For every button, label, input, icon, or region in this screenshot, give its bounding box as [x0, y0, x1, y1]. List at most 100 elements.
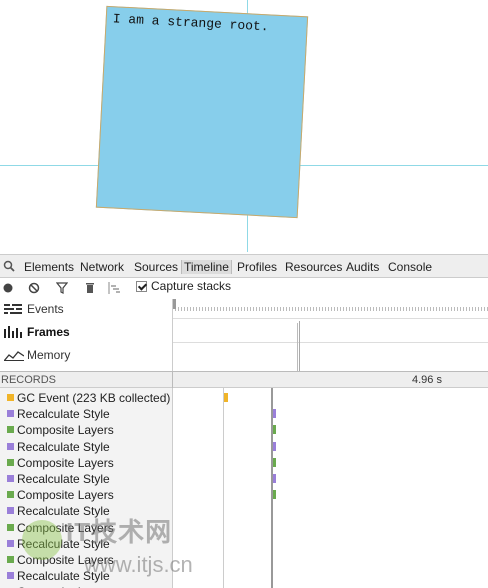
events-icon: [4, 304, 22, 314]
tab-audits[interactable]: Audits: [346, 260, 379, 274]
event-tick: [199, 307, 200, 311]
event-tick: [403, 307, 404, 311]
tab-timeline[interactable]: Timeline: [181, 260, 232, 274]
search-icon[interactable]: [3, 260, 15, 272]
records-header: RECORDS 4.96 s: [0, 371, 488, 388]
record-bar[interactable]: [273, 457, 276, 467]
event-tick: [394, 307, 395, 311]
record-color-swatch: [7, 458, 14, 466]
event-tick: [391, 307, 392, 311]
event-tick: [373, 307, 374, 311]
event-tick: [205, 307, 206, 311]
time-ruler-label: 4.96 s: [412, 374, 442, 386]
event-tick: [436, 307, 437, 311]
record-bar[interactable]: [273, 425, 276, 435]
event-tick: [322, 307, 323, 311]
record-bar[interactable]: [273, 474, 276, 483]
event-tick: [331, 307, 332, 311]
tab-profiles[interactable]: Profiles: [237, 260, 277, 274]
event-tick: [316, 307, 317, 311]
tab-resources[interactable]: Resources: [285, 260, 342, 274]
event-tick: [319, 307, 320, 311]
event-tick: [259, 307, 260, 311]
event-tick: [460, 307, 461, 311]
root-box-text: I am a strange root.: [112, 11, 269, 35]
event-tick: [304, 307, 305, 311]
event-tick: [361, 307, 362, 311]
record-row[interactable]: Recalculate Style: [0, 503, 172, 519]
record-name: Composite Layers: [17, 520, 114, 535]
record-row[interactable]: Recalculate Style: [0, 471, 172, 487]
record-color-swatch: [7, 426, 14, 434]
overview-graph[interactable]: [173, 299, 488, 371]
event-tick: [454, 307, 455, 311]
record-row[interactable]: Composite Layers: [0, 422, 172, 438]
record-row[interactable]: Composite Layers: [0, 520, 172, 536]
clear-icon[interactable]: [28, 282, 40, 294]
event-tick: [277, 307, 278, 311]
filter-icon[interactable]: [56, 282, 68, 294]
record-color-swatch: [7, 410, 14, 418]
overview-window-handle[interactable]: [173, 299, 176, 309]
event-tick: [328, 307, 329, 311]
record-name: Recalculate Style: [17, 407, 110, 422]
event-tick: [334, 307, 335, 311]
record-name: Recalculate Style: [17, 536, 110, 551]
tab-network[interactable]: Network: [80, 260, 124, 274]
event-tick: [346, 307, 347, 311]
record-row[interactable]: Recalculate Style: [0, 406, 172, 422]
event-tick: [286, 307, 287, 311]
time-gridline: [223, 388, 224, 588]
tab-elements[interactable]: Elements: [24, 260, 74, 274]
event-tick: [358, 307, 359, 311]
overview-label-events: Events: [27, 302, 64, 316]
event-tick: [256, 307, 257, 311]
record-color-swatch: [7, 475, 14, 482]
record-bar[interactable]: [224, 393, 228, 402]
records-header-divider[interactable]: [172, 372, 173, 388]
event-tick: [232, 307, 233, 311]
overview-item-events[interactable]: Events: [4, 300, 169, 320]
capture-stacks-checkbox[interactable]: [136, 281, 147, 292]
record-name: Composite Layers: [17, 423, 114, 438]
event-tick: [433, 307, 434, 311]
record-row[interactable]: Composite Layers: [0, 455, 172, 471]
record-row[interactable]: Recalculate Style: [0, 439, 172, 455]
event-tick: [430, 307, 431, 311]
overview-modes: Events Frames Memory: [0, 299, 173, 371]
event-tick: [469, 307, 470, 311]
event-tick: [184, 307, 185, 311]
glue-icon[interactable]: [108, 282, 120, 294]
record-name: GC Event (223 KB collected): [17, 391, 171, 405]
frames-icon: [4, 326, 22, 338]
record-bar[interactable]: [273, 490, 276, 500]
event-tick: [238, 307, 239, 311]
record-name: Recalculate Style: [17, 504, 110, 519]
overview-item-memory[interactable]: Memory: [4, 346, 169, 366]
event-tick: [190, 307, 191, 311]
record-row[interactable]: Composite Layers: [0, 552, 172, 568]
event-tick: [424, 307, 425, 311]
event-tick: [427, 307, 428, 311]
devtools-panel: Elements Network Sources Timeline Profil…: [0, 252, 488, 588]
event-tick: [229, 307, 230, 311]
event-tick: [178, 307, 179, 311]
event-tick: [181, 307, 182, 311]
record-icon[interactable]: [2, 282, 14, 294]
overview-item-frames[interactable]: Frames: [4, 323, 169, 343]
record-row[interactable]: Recalculate Style: [0, 536, 172, 552]
record-row[interactable]: Composite Layers: [0, 584, 172, 588]
record-row[interactable]: Recalculate Style: [0, 568, 172, 584]
event-tick: [337, 307, 338, 311]
record-bar[interactable]: [273, 441, 276, 451]
rotated-root-box[interactable]: I am a strange root.: [95, 5, 309, 219]
record-row[interactable]: GC Event (223 KB collected): [0, 390, 172, 406]
event-tick: [406, 307, 407, 311]
garbage-collect-icon[interactable]: [84, 282, 96, 294]
tab-console[interactable]: Console: [388, 260, 432, 274]
record-bar[interactable]: [273, 409, 276, 419]
event-tick: [382, 307, 383, 311]
record-name: Composite Layers: [17, 488, 114, 503]
tab-sources[interactable]: Sources: [134, 260, 178, 274]
record-row[interactable]: Composite Layers: [0, 487, 172, 503]
